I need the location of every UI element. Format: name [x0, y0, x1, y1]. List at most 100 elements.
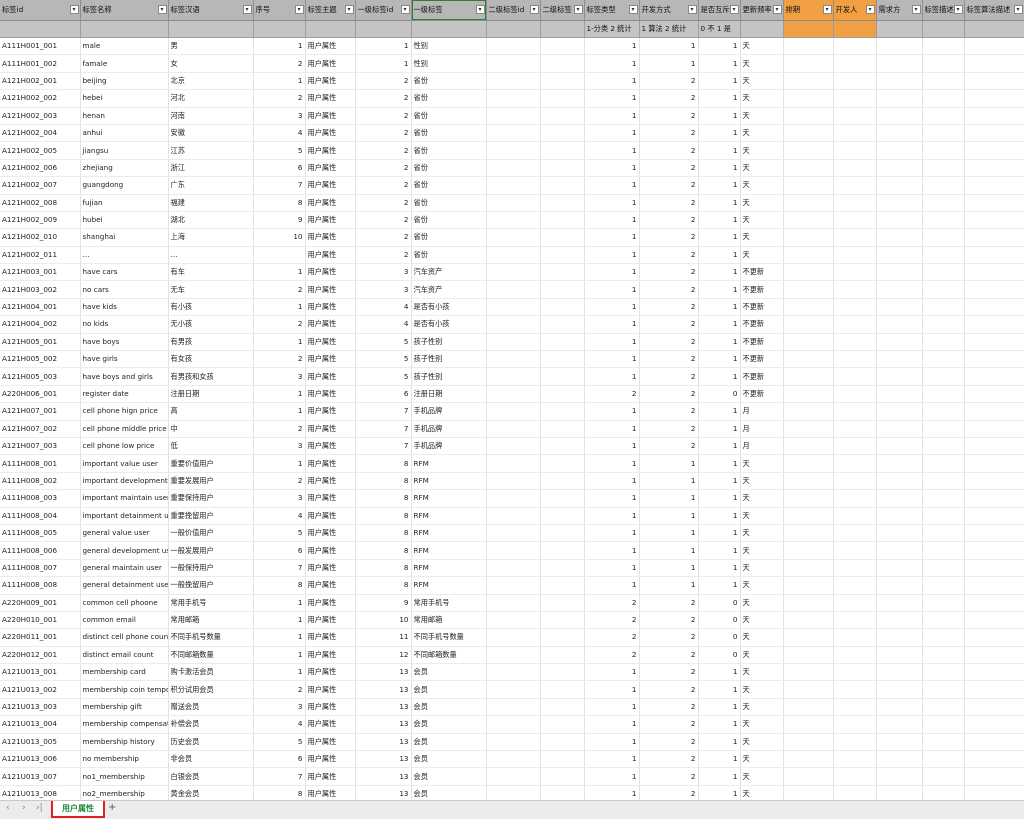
filter-dropdown-icon[interactable]: ▾	[953, 5, 963, 14]
table-cell[interactable]	[833, 333, 877, 352]
table-cell[interactable]: 3	[355, 280, 412, 299]
table-cell[interactable]	[540, 280, 585, 299]
table-cell[interactable]: 用户属性	[305, 159, 356, 178]
table-cell[interactable]	[540, 663, 585, 682]
table-cell[interactable]: 1	[698, 194, 741, 212]
table-cell[interactable]: 7	[355, 402, 412, 421]
table-cell[interactable]: A111H008_001	[0, 454, 81, 473]
table-cell[interactable]: 2	[639, 733, 699, 752]
table-cell[interactable]	[922, 107, 965, 125]
table-cell[interactable]: 10	[253, 228, 306, 247]
table-cell[interactable]: 8	[253, 785, 306, 800]
table-cell[interactable]: 月	[740, 437, 784, 456]
table-cell[interactable]	[783, 176, 834, 195]
table-cell[interactable]: 6	[253, 750, 306, 769]
table-cell[interactable]: 1	[698, 124, 741, 143]
table-cell[interactable]	[783, 680, 834, 699]
table-cell[interactable]: 7	[253, 176, 306, 195]
table-cell[interactable]	[964, 507, 1024, 525]
table-cell[interactable]	[833, 228, 877, 247]
table-cell[interactable]	[540, 194, 585, 212]
table-cell[interactable]	[783, 159, 834, 178]
column-header[interactable]: 开发人 ▾	[833, 0, 877, 21]
table-cell[interactable]	[964, 611, 1024, 630]
table-cell[interactable]: membership compensate	[80, 715, 169, 734]
table-cell[interactable]: 2	[639, 715, 699, 734]
filter-dropdown-icon[interactable]: ▾	[628, 5, 638, 14]
table-cell[interactable]: 天	[740, 715, 784, 734]
table-cell[interactable]: 1	[253, 611, 306, 630]
table-cell[interactable]: A121H007_001	[0, 402, 81, 421]
table-cell[interactable]	[964, 159, 1024, 178]
column-header[interactable]: 标签主题 ▾	[305, 0, 356, 21]
table-cell[interactable]	[922, 785, 965, 800]
table-cell[interactable]	[540, 489, 585, 508]
table-cell[interactable]	[876, 124, 923, 143]
table-cell[interactable]	[783, 785, 834, 800]
filter-dropdown-icon[interactable]: ▾	[529, 5, 539, 14]
table-cell[interactable]	[964, 89, 1024, 108]
table-cell[interactable]	[486, 646, 541, 665]
table-cell[interactable]: 是否有小孩	[411, 315, 487, 334]
legend-cell[interactable]	[411, 20, 487, 38]
column-header[interactable]: 一级标签id ▾	[355, 0, 412, 21]
table-cell[interactable]	[783, 472, 834, 491]
table-cell[interactable]	[876, 767, 923, 786]
table-cell[interactable]: 高	[168, 402, 254, 421]
filter-dropdown-icon[interactable]: ▾	[475, 5, 485, 14]
table-cell[interactable]	[486, 350, 541, 369]
column-header[interactable]: 更新频率 ▾	[740, 0, 784, 21]
table-cell[interactable]	[833, 159, 877, 178]
filter-dropdown-icon[interactable]: ▾	[772, 5, 782, 14]
table-cell[interactable]	[486, 72, 541, 91]
table-cell[interactable]	[486, 663, 541, 682]
table-cell[interactable]	[486, 698, 541, 717]
table-cell[interactable]	[540, 594, 585, 612]
table-cell[interactable]: 1	[584, 733, 640, 752]
table-cell[interactable]: A121U013_002	[0, 680, 81, 699]
table-cell[interactable]: A121H002_003	[0, 107, 81, 125]
table-cell[interactable]: A121U013_003	[0, 698, 81, 717]
table-cell[interactable]	[876, 680, 923, 699]
table-cell[interactable]: 2	[639, 680, 699, 699]
table-cell[interactable]: 浙江	[168, 159, 254, 178]
table-cell[interactable]	[486, 176, 541, 195]
table-cell[interactable]: 2	[253, 680, 306, 699]
table-cell[interactable]: 1	[584, 576, 640, 595]
table-cell[interactable]: 不更新	[740, 350, 784, 369]
table-cell[interactable]	[876, 785, 923, 800]
table-cell[interactable]: 中	[168, 420, 254, 438]
table-cell[interactable]	[876, 402, 923, 421]
table-cell[interactable]	[922, 159, 965, 178]
table-cell[interactable]	[833, 54, 877, 73]
table-cell[interactable]: 1	[584, 298, 640, 317]
table-cell[interactable]: register date	[80, 385, 169, 404]
table-cell[interactable]: 2	[639, 594, 699, 612]
table-cell[interactable]: 2	[253, 54, 306, 73]
table-cell[interactable]: 用户属性	[305, 141, 356, 160]
table-cell[interactable]	[783, 211, 834, 230]
table-cell[interactable]: 性别	[411, 54, 487, 73]
table-cell[interactable]: 1	[355, 37, 412, 56]
table-cell[interactable]: 1	[584, 37, 640, 56]
table-cell[interactable]: 1	[584, 159, 640, 178]
table-cell[interactable]: 2	[355, 211, 412, 230]
table-cell[interactable]: 13	[355, 750, 412, 769]
column-header[interactable]: 是否互斥 ▾	[698, 0, 741, 21]
table-cell[interactable]: 1	[698, 228, 741, 247]
table-cell[interactable]	[783, 750, 834, 769]
table-cell[interactable]: 1	[698, 246, 741, 265]
table-cell[interactable]	[922, 211, 965, 230]
table-cell[interactable]: 1	[584, 107, 640, 125]
table-cell[interactable]: 用户属性	[305, 124, 356, 143]
table-cell[interactable]: 月	[740, 420, 784, 438]
table-cell[interactable]	[876, 733, 923, 752]
table-cell[interactable]	[922, 246, 965, 265]
table-cell[interactable]: A220H010_001	[0, 611, 81, 630]
table-cell[interactable]	[876, 559, 923, 578]
table-cell[interactable]	[833, 680, 877, 699]
table-cell[interactable]: A121H003_002	[0, 280, 81, 299]
table-cell[interactable]: 4	[355, 298, 412, 317]
column-header[interactable]: 标签id ▾	[0, 0, 81, 21]
table-cell[interactable]: 常用邮箱	[168, 611, 254, 630]
